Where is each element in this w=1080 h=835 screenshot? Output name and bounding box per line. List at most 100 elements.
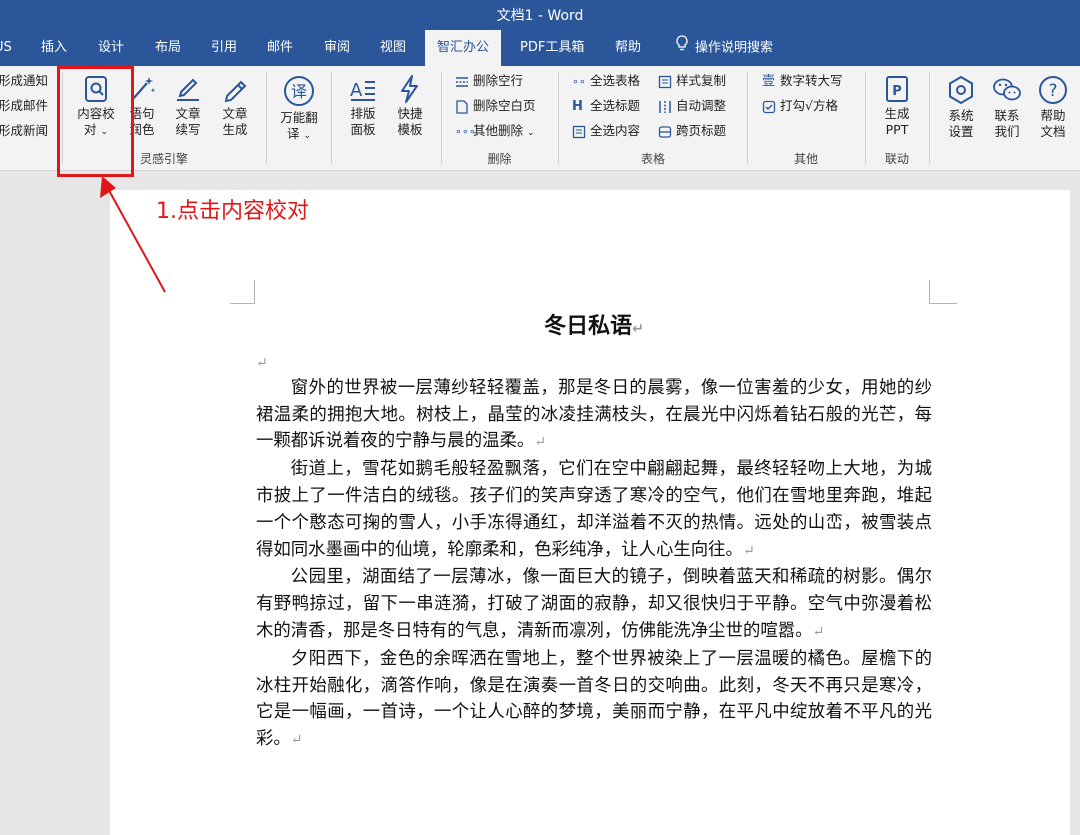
help-label-1: 帮助 — [1040, 108, 1066, 123]
tab-mailings[interactable]: 邮件 — [267, 30, 293, 66]
document-body[interactable]: 冬日私语↵ ↵ 窗外的世界被一层薄纱轻轻覆盖，那是冬日的晨雾，像一位害羞的少女，… — [256, 308, 932, 754]
layout-label-1: 排版 — [350, 106, 376, 121]
select-all-content-button[interactable]: 全选内容 — [572, 122, 640, 140]
heading-icon: H — [572, 98, 583, 114]
tab-review[interactable]: 审阅 — [324, 30, 350, 66]
quick-template-button[interactable]: 快捷 模板 — [387, 74, 433, 138]
paragraph-4: 夕阳西下，金色的余晖洒在雪地上，整个世界被染上了一层温暖的橘色。屋檐下的冰柱开始… — [256, 648, 932, 750]
select-all-headings-button[interactable]: H 全选标题 — [572, 97, 640, 115]
translate-label-1: 万能翻 — [280, 110, 318, 125]
tab-layout[interactable]: 布局 — [155, 30, 181, 66]
uppercase-number-icon: 壹 — [762, 73, 776, 89]
group-label-delete: 删除 — [487, 152, 512, 166]
pen-line-icon — [177, 78, 199, 101]
checkbox-tick-button[interactable]: 打勾√方格 — [762, 97, 838, 115]
paragraph-1: 窗外的世界被一层薄纱轻轻覆盖，那是冬日的晨雾，像一位害羞的少女，用她的纱裙温柔的… — [256, 377, 932, 452]
tab-us[interactable]: US — [0, 30, 12, 66]
continue-writing-button[interactable]: 文章 续写 — [166, 74, 210, 138]
layout-icon: A — [350, 80, 375, 101]
system-settings-button[interactable]: 系统 设置 — [938, 74, 984, 140]
copy-icon — [658, 75, 672, 88]
list-icon — [456, 76, 468, 87]
form-email-button[interactable]: 形成邮件 — [0, 97, 48, 115]
document-title: 冬日私语↵ — [544, 314, 644, 339]
template-label-2: 模板 — [397, 122, 423, 137]
annotation-arrow — [100, 176, 166, 293]
translate-icon: 译 — [284, 76, 314, 106]
columns-icon — [659, 100, 671, 113]
select-all-tables-button[interactable]: ∘∘ 全选表格 — [572, 72, 640, 90]
group-label-linkage: 联动 — [884, 152, 909, 166]
generate-ppt-button[interactable]: P 生成 PPT — [872, 74, 922, 138]
help-circle-icon: ? — [1039, 76, 1067, 104]
margin-corner-tl-h — [230, 303, 255, 304]
tab-help[interactable]: 帮助 — [615, 30, 641, 66]
more-icon: ∘∘∘ — [455, 124, 476, 138]
lightbulb-icon — [675, 30, 689, 66]
layout-panel-button[interactable]: A 排版 面板 — [340, 74, 386, 138]
generate-label-1: 文章 — [222, 106, 248, 121]
page-icon — [456, 99, 468, 114]
tab-pdf-toolbox[interactable]: PDF工具箱 — [520, 30, 584, 66]
contact-us-button[interactable]: 联系 我们 — [984, 74, 1030, 140]
tab-insert[interactable]: 插入 — [41, 30, 67, 66]
tab-view[interactable]: 视图 — [380, 30, 406, 66]
ppt-icon: P — [886, 76, 908, 102]
group-label-table: 表格 — [640, 152, 665, 166]
margin-corner-tr — [929, 280, 930, 304]
ppt-label-1: 生成 — [884, 106, 910, 121]
paragraph-mark: ↵ — [256, 354, 268, 371]
group-label-other: 其他 — [793, 152, 818, 166]
ribbon-tabs: US 插入 设计 布局 引用 邮件 审阅 视图 智汇办公 PDF工具箱 帮助 操… — [0, 30, 1080, 66]
pencil-icon — [224, 80, 247, 103]
repeat-header-button[interactable]: 跨页标题 — [658, 122, 726, 140]
delete-empty-lines-button[interactable]: 删除空行 — [455, 72, 523, 90]
svg-text:译: 译 — [291, 82, 307, 101]
template-label-1: 快捷 — [397, 106, 423, 121]
tab-design[interactable]: 设计 — [98, 30, 124, 66]
ppt-label-2: PPT — [885, 122, 909, 137]
tab-zhihui-office[interactable]: 智汇办公 — [425, 30, 502, 66]
paragraph-mark: ↵ — [632, 321, 644, 337]
number-to-uppercase-button[interactable]: 壹数字转大写 — [762, 72, 843, 90]
window-title: 文档1 - Word — [496, 8, 584, 24]
generate-label-2: 生成 — [222, 122, 248, 137]
tell-me-label: 操作说明搜索 — [695, 40, 774, 56]
margin-corner-tl — [254, 280, 255, 304]
help-label-2: 文档 — [1040, 124, 1066, 139]
contact-label-1: 联系 — [994, 108, 1020, 123]
delete-blank-page-button[interactable]: 删除空白页 — [455, 97, 536, 115]
settings-hexagon-icon — [949, 75, 973, 105]
paragraph-3: 公园里，湖面结了一层薄冰，像一面巨大的镜子，倒映着蓝天和稀疏的树影。偶尔有野鸭掠… — [256, 567, 932, 641]
table-header-icon — [658, 125, 672, 138]
form-notice-button[interactable]: 形成通知 — [0, 72, 48, 90]
lightning-icon — [401, 75, 418, 103]
translate-button[interactable]: 译 万能翻 译 ⌄ — [274, 74, 324, 144]
copy-style-button[interactable]: 样式复制 — [658, 72, 726, 90]
wechat-icon — [993, 78, 1021, 101]
generate-article-button[interactable]: 文章 生成 — [213, 74, 257, 138]
margin-corner-tr-h — [929, 303, 957, 304]
chevron-down-icon: ⌄ — [303, 131, 312, 141]
svg-text:P: P — [892, 84, 902, 99]
help-docs-button[interactable]: ? 帮助 文档 — [1030, 74, 1076, 140]
form-news-button[interactable]: 形成新闻 — [0, 122, 48, 140]
other-delete-button[interactable]: ∘∘∘其他删除 ⌄ — [455, 122, 535, 140]
continue-label-2: 续写 — [175, 122, 201, 137]
document-icon — [572, 125, 586, 138]
settings-label-1: 系统 — [948, 108, 974, 123]
settings-label-2: 设置 — [948, 124, 974, 139]
continue-label-1: 文章 — [175, 106, 201, 121]
highlight-box — [57, 66, 134, 177]
ribbon: 形成通知 形成邮件 形成新闻 内容校 对 ⌄ 语句 润色 文章 续写 文章 生成… — [0, 66, 1080, 171]
title-bar: 文档1 - Word — [0, 0, 1080, 30]
nodes-icon: ∘∘ — [572, 74, 586, 88]
contact-label-2: 我们 — [994, 124, 1020, 139]
tab-references[interactable]: 引用 — [211, 30, 237, 66]
svg-text:A: A — [350, 80, 363, 101]
translate-label-2: 译 — [286, 126, 300, 141]
svg-text:?: ? — [1048, 81, 1057, 101]
checkbox-icon — [762, 100, 776, 113]
auto-fit-button[interactable]: 自动调整 — [658, 97, 726, 115]
tell-me-search[interactable]: 操作说明搜索 — [675, 30, 773, 66]
